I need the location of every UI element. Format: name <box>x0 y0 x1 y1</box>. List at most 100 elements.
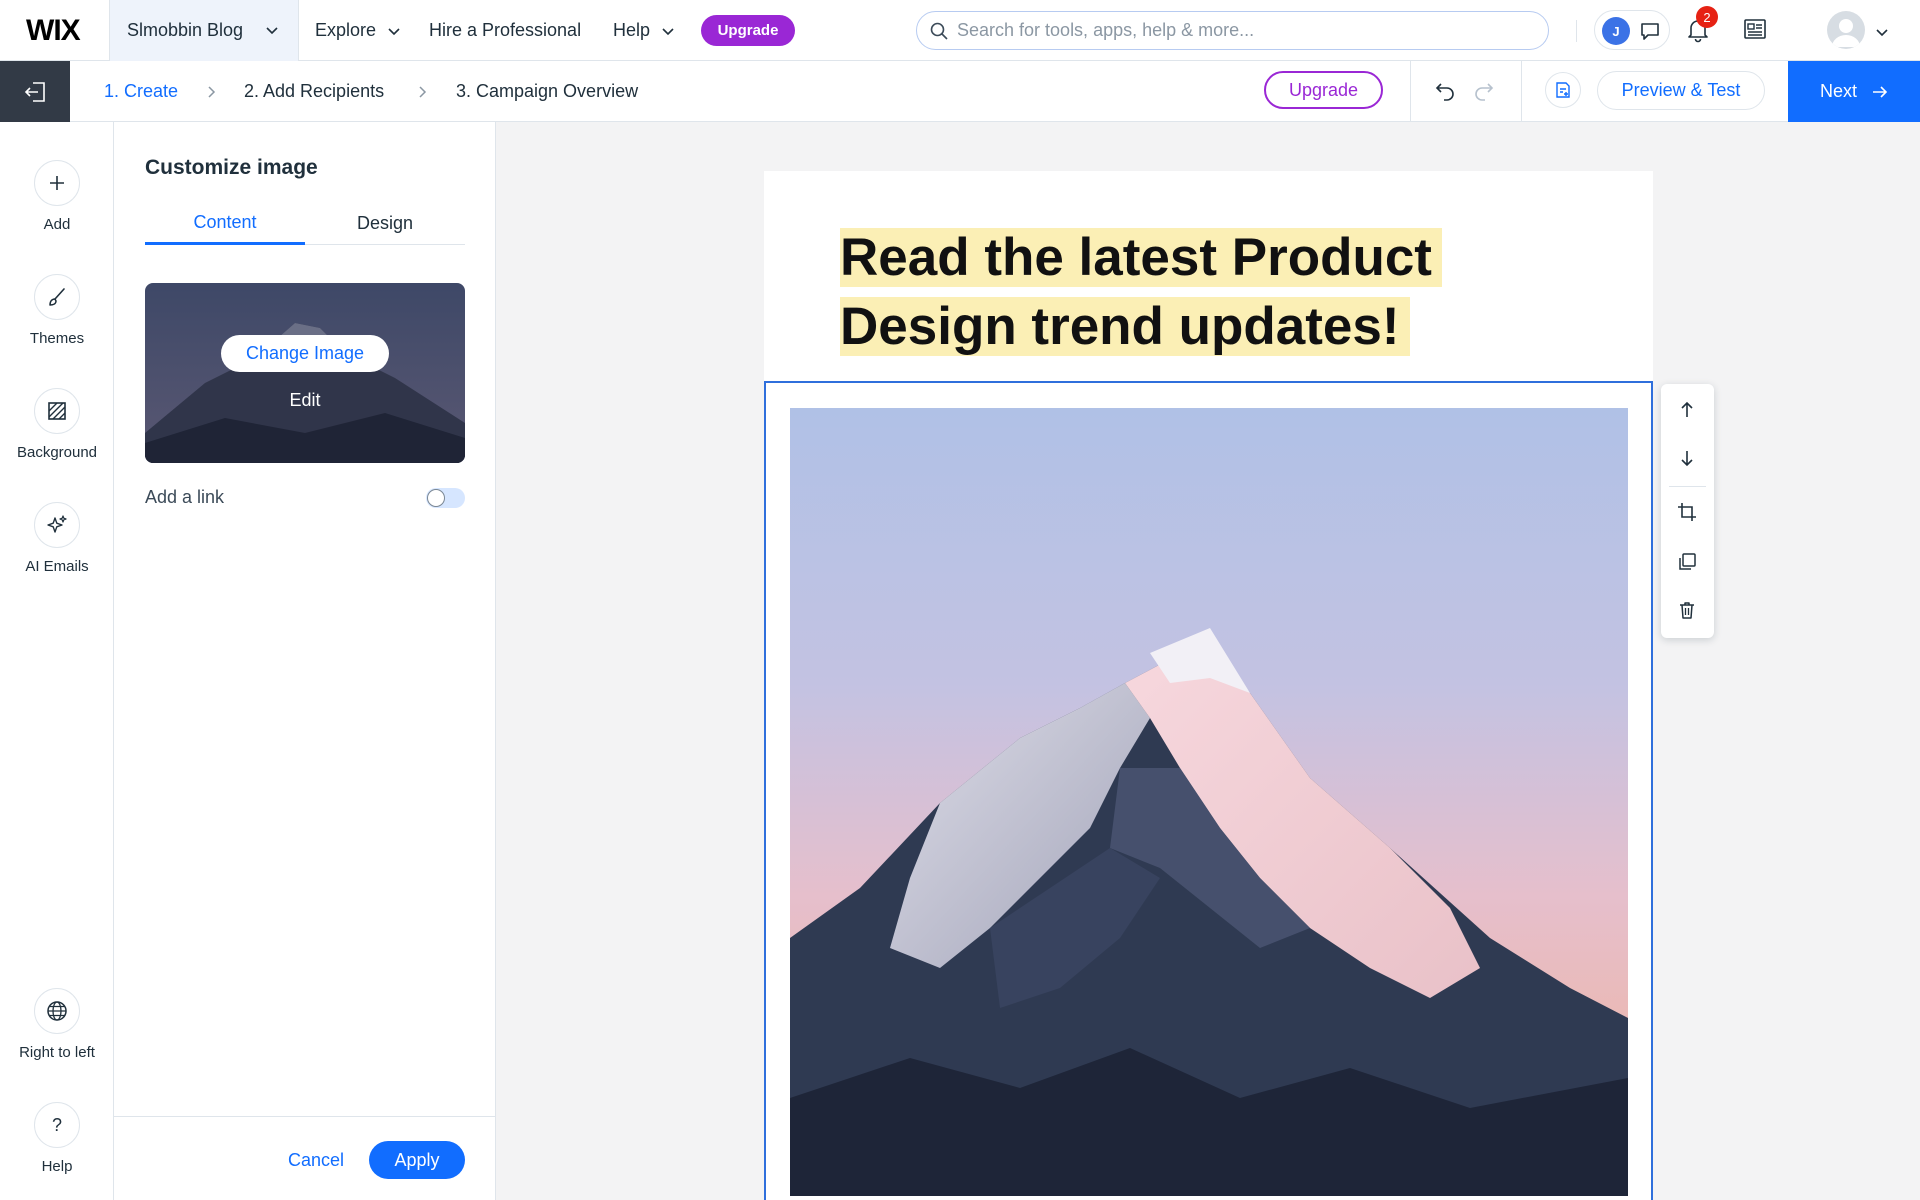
news-icon[interactable] <box>1743 18 1767 40</box>
rail-button-ai-emails[interactable] <box>34 502 80 548</box>
nav-help-label: Help <box>613 20 651 40</box>
undo-icon[interactable] <box>1433 79 1457 103</box>
rail-button-background[interactable] <box>34 388 80 434</box>
chevron-down-icon[interactable] <box>1874 24 1890 40</box>
toggle-knob <box>427 489 445 507</box>
image-block-selected[interactable] <box>764 381 1653 1200</box>
duplicate-button[interactable] <box>1675 550 1699 574</box>
customize-image-panel: Customize image Content Design Change Im… <box>114 122 496 1200</box>
step-campaign-overview[interactable]: 3. Campaign Overview <box>456 61 638 122</box>
rail-button-add[interactable] <box>34 160 80 206</box>
site-selector[interactable]: Slmobbin Blog <box>109 0 299 61</box>
tab-design[interactable]: Design <box>305 202 465 245</box>
divider <box>1576 20 1577 42</box>
brush-icon <box>49 288 65 306</box>
nav-explore-label: Explore <box>315 20 377 40</box>
rail-item-add[interactable]: Add <box>0 160 114 233</box>
move-down-button[interactable] <box>1675 446 1699 470</box>
user-avatar[interactable] <box>1827 11 1865 49</box>
duplicate-icon <box>1679 553 1696 570</box>
search-input[interactable] <box>957 20 1517 41</box>
rail-item-right-to-left[interactable]: Right to left <box>0 988 114 1061</box>
chevron-down-icon <box>388 27 400 35</box>
apply-button[interactable]: Apply <box>369 1141 465 1179</box>
cancel-button[interactable]: Cancel <box>288 1141 344 1179</box>
rail-label-themes: Themes <box>29 330 85 347</box>
rail-label-add: Add <box>43 216 71 233</box>
step-add-recipients[interactable]: 2. Add Recipients <box>244 61 384 122</box>
add-link-toggle[interactable] <box>426 488 465 508</box>
collaborator-avatar[interactable]: J <box>1602 17 1630 45</box>
rail-label-background: Background <box>16 444 98 461</box>
chevron-down-icon <box>662 27 674 35</box>
next-button[interactable]: Next <box>1788 61 1920 122</box>
preview-test-button[interactable]: Preview & Test <box>1597 71 1765 110</box>
mountain-image <box>790 408 1628 1196</box>
arrow-up-icon <box>1681 401 1693 417</box>
plus-icon <box>50 176 64 190</box>
arrow-right-icon <box>1873 85 1888 98</box>
nav-hire-label: Hire a Professional <box>429 20 582 40</box>
rail-item-themes[interactable]: Themes <box>0 274 114 347</box>
trash-icon <box>1680 602 1694 619</box>
collaborators-widget[interactable]: J <box>1594 10 1670 50</box>
rail-item-help[interactable]: ? Help <box>0 1102 114 1175</box>
document-add-icon <box>1556 82 1570 98</box>
panel-tabs: Content Design <box>145 202 465 245</box>
rail-button-right-to-left[interactable] <box>34 988 80 1034</box>
mountain-thumbnail-image <box>145 283 465 463</box>
rail-item-background[interactable]: Background <box>0 388 114 461</box>
site-name: Slmobbin Blog <box>127 20 244 40</box>
crop-button[interactable] <box>1675 500 1699 524</box>
image-thumbnail[interactable]: Change Image Edit <box>145 283 465 463</box>
upgrade-button-top[interactable]: Upgrade <box>701 15 795 46</box>
help-icon: ? <box>51 1114 62 1135</box>
exit-editor-button[interactable] <box>0 61 70 122</box>
redo-icon[interactable] <box>1472 79 1496 103</box>
email-canvas: Read the latest Product Design trend upd… <box>764 171 1653 1200</box>
upgrade-button[interactable]: Upgrade <box>1264 71 1383 109</box>
nav-explore[interactable]: Explore <box>315 0 402 61</box>
nav-hire-professional[interactable]: Hire a Professional <box>429 0 581 61</box>
rail-button-themes[interactable] <box>34 274 80 320</box>
headline-text: Read the latest Product Design trend upd… <box>840 228 1442 356</box>
chat-icon[interactable] <box>1639 20 1661 42</box>
rail-item-ai-emails[interactable]: AI Emails <box>0 502 114 575</box>
rail-label-right-to-left: Right to left <box>19 1044 95 1061</box>
panel-footer: Cancel Apply <box>114 1116 496 1200</box>
sparkle-icon <box>47 515 67 533</box>
email-headline[interactable]: Read the latest Product Design trend upd… <box>840 223 1560 361</box>
delete-button[interactable] <box>1675 598 1699 622</box>
wix-logo[interactable]: WIX <box>26 14 81 48</box>
add-link-label: Add a link <box>145 487 225 507</box>
globe-icon <box>47 1001 67 1021</box>
move-up-button[interactable] <box>1675 398 1699 422</box>
crop-icon <box>1678 503 1696 521</box>
top-bar: WIX Slmobbin Blog Explore Hire a Profess… <box>0 0 1920 61</box>
block-floating-toolbar <box>1661 384 1714 638</box>
toolbar-divider <box>1669 486 1706 487</box>
chevron-right-icon <box>419 86 427 98</box>
rail-label-help: Help <box>41 1158 73 1175</box>
change-image-button[interactable]: Change Image <box>221 335 389 372</box>
next-label: Next <box>1820 81 1858 101</box>
arrow-down-icon <box>1681 451 1693 467</box>
step-create[interactable]: 1. Create <box>104 61 178 122</box>
divider <box>1521 61 1522 122</box>
panel-title: Customize image <box>145 156 318 179</box>
background-icon <box>48 402 66 420</box>
page-settings-button[interactable] <box>1545 72 1581 108</box>
edit-image-link[interactable]: Edit <box>145 390 465 411</box>
exit-icon <box>24 81 45 102</box>
chevron-right-icon <box>208 86 216 98</box>
nav-help[interactable]: Help <box>613 0 676 61</box>
search-icon <box>930 22 948 40</box>
mountain-photo[interactable] <box>790 408 1628 1196</box>
tab-content[interactable]: Content <box>145 202 305 245</box>
search-bar[interactable] <box>916 11 1549 50</box>
rail-button-help[interactable]: ? <box>34 1102 80 1148</box>
divider <box>1410 61 1411 122</box>
notification-badge: 2 <box>1696 6 1718 28</box>
user-icon <box>1832 19 1860 47</box>
rail-label-ai-emails: AI Emails <box>25 558 89 575</box>
